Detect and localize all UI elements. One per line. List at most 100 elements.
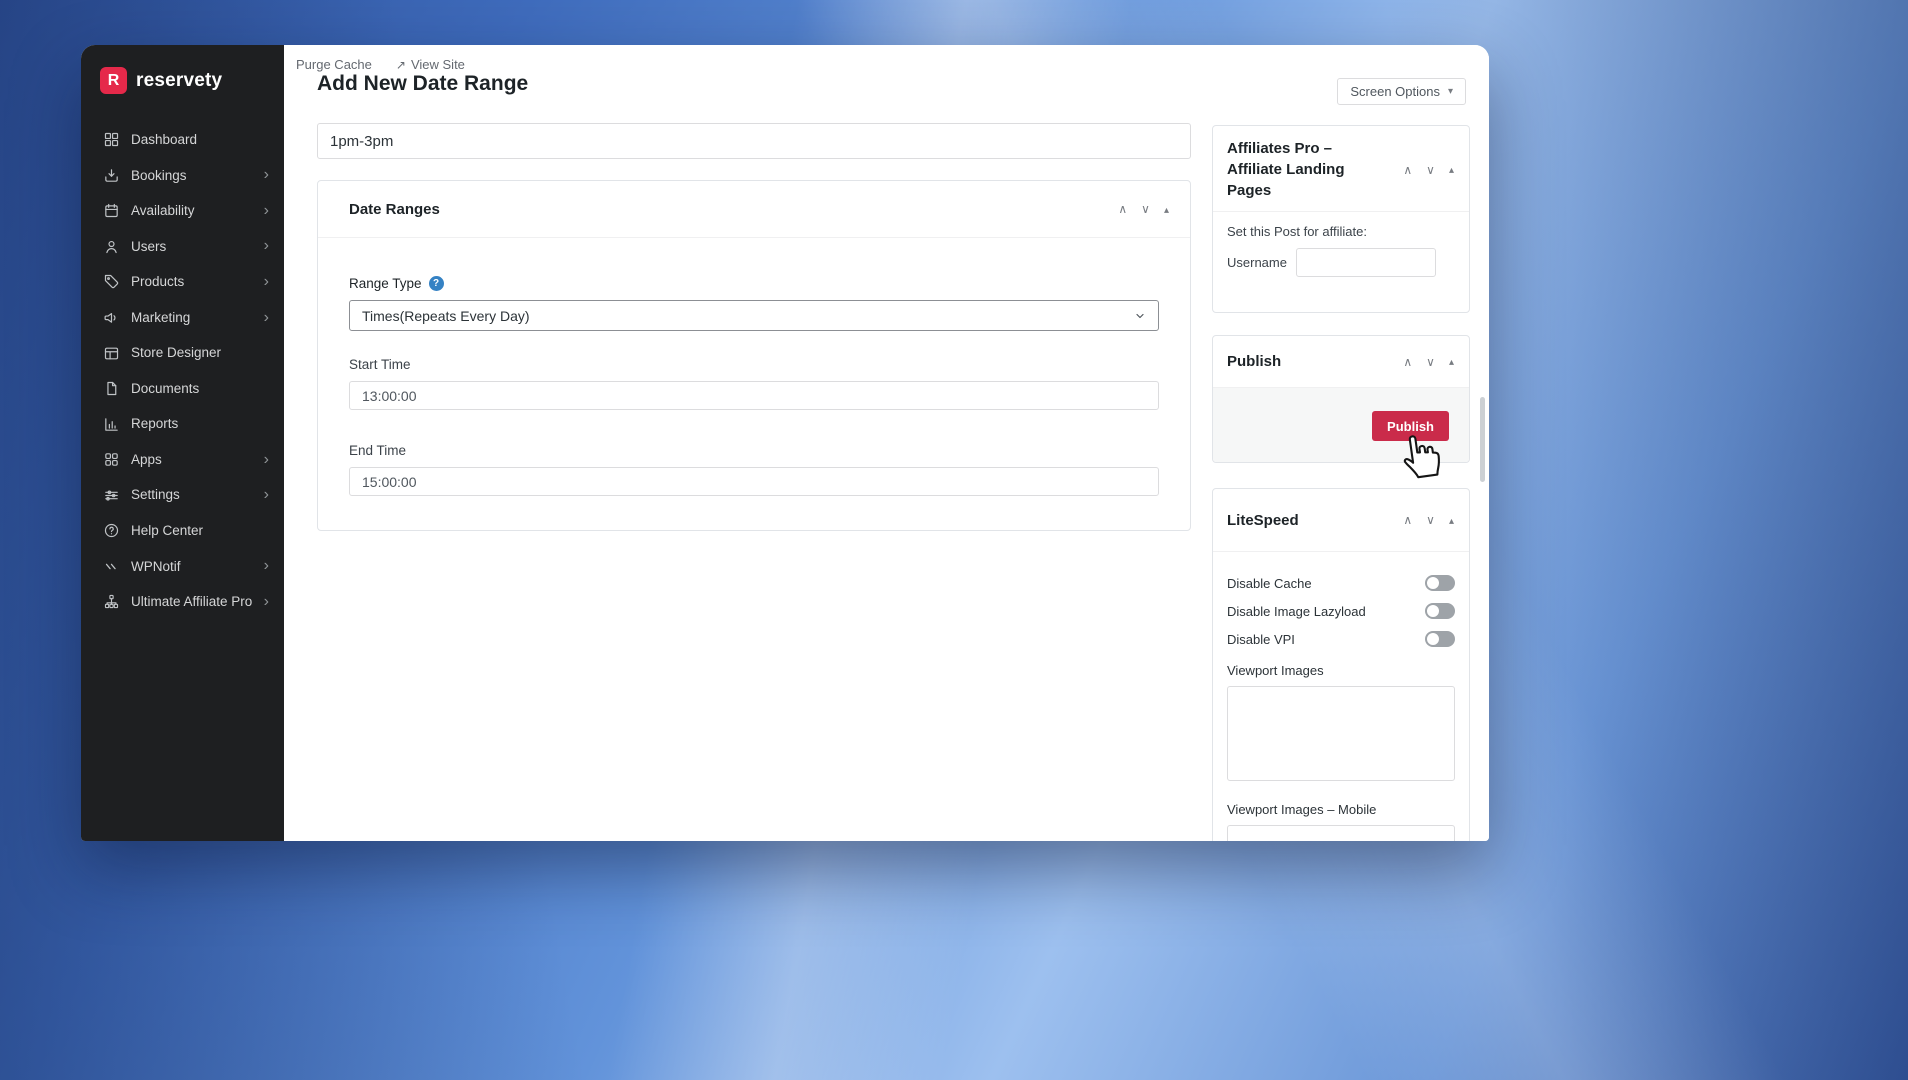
panel-controls: ∧ ∨ ▴: [1113, 201, 1174, 218]
chevron-up-icon: ∧: [1403, 513, 1413, 527]
username-label: Username: [1227, 255, 1287, 270]
view-site-label: View Site: [410, 57, 465, 72]
sidebar-item-availability[interactable]: Availability ›: [81, 193, 284, 229]
date-ranges-title: Date Ranges: [349, 200, 440, 218]
disable-vpi-toggle[interactable]: [1425, 631, 1455, 647]
move-panel-up-button[interactable]: ∧: [1398, 354, 1417, 370]
sidebar-item-help-center[interactable]: Help Center: [81, 513, 284, 549]
disable-image-lazyload-toggle[interactable]: [1425, 603, 1455, 619]
litespeed-panel-title: LiteSpeed: [1227, 511, 1299, 529]
external-link-icon: ↗: [395, 57, 406, 72]
caret-down-icon: ▾: [1447, 86, 1453, 97]
collapse-triangle-icon: ▴: [1163, 204, 1169, 216]
sidebar-item-label: Bookings: [131, 167, 187, 183]
sidebar-item-label: Products: [131, 274, 185, 290]
chevron-right-icon: ›: [263, 272, 269, 290]
view-site-link[interactable]: ↗ View Site: [396, 57, 465, 72]
apps-grid-icon: [103, 451, 120, 468]
disable-cache-toggle[interactable]: [1425, 575, 1455, 591]
tag-icon: [103, 273, 120, 290]
window-scrollbar-thumb[interactable]: [1480, 397, 1485, 482]
sidebar-item-reports[interactable]: Reports: [81, 406, 284, 442]
chevron-up-icon: ∧: [1403, 162, 1413, 177]
chevron-right-icon: ›: [263, 237, 269, 255]
sidebar-item-label: Dashboard: [131, 132, 198, 147]
move-panel-down-button[interactable]: ∨: [1421, 354, 1440, 370]
sidebar-item-ultimate-affiliate-pro[interactable]: Ultimate Affiliate Pro ›: [81, 584, 284, 620]
affiliates-panel-title: Affiliates Pro – Affiliate Landing Pages: [1227, 140, 1345, 199]
panel-controls: ∧ ∨ ▴: [1398, 512, 1459, 529]
date-ranges-body: Range Type ? Times(Repeats Every Day) St…: [318, 238, 1190, 496]
viewport-images-textarea[interactable]: [1227, 686, 1455, 781]
collapse-triangle-icon: ▴: [1448, 515, 1454, 527]
reservety-logo[interactable]: R reservety: [81, 61, 284, 110]
sidebar-item-bookings[interactable]: Bookings ›: [81, 158, 284, 194]
calendar-icon: [103, 202, 120, 219]
disable-image-lazyload-row: Disable Image Lazyload: [1227, 603, 1455, 619]
start-time-input[interactable]: [349, 381, 1159, 410]
collapse-panel-button[interactable]: ▴: [1444, 353, 1459, 370]
publish-button[interactable]: Publish: [1372, 411, 1449, 441]
file-icon: [103, 380, 120, 397]
chevron-up-icon: ∧: [1403, 354, 1413, 369]
sidebar-item-label: Ultimate Affiliate Pro: [131, 594, 253, 610]
sidebar-item-store-designer[interactable]: Store Designer: [81, 335, 284, 371]
panel-controls: ∧ ∨ ▴: [1398, 161, 1459, 178]
content-area: Purge Cache ↗ View Site Add New Date Ran…: [284, 45, 1489, 841]
range-type-label-row: Range Type ?: [349, 276, 1159, 291]
sidebar-item-label: Apps: [131, 451, 162, 467]
screen-options-button[interactable]: Screen Options ▾: [1337, 78, 1466, 105]
chevron-right-icon: ›: [263, 557, 269, 575]
date-ranges-panel: Date Ranges ∧ ∨ ▴ Range Type ? Times(Rep…: [317, 180, 1191, 531]
sidebar-item-settings[interactable]: Settings ›: [81, 477, 284, 513]
bar-chart-icon: [103, 416, 120, 433]
sidebar-item-label: Help Center: [131, 523, 204, 539]
affiliate-username-input[interactable]: [1295, 248, 1436, 277]
sidebar-item-label: Users: [131, 238, 167, 254]
litespeed-panel-body: Disable Cache Disable Image Lazyload Dis…: [1213, 552, 1469, 841]
range-type-select[interactable]: Times(Repeats Every Day): [349, 300, 1159, 331]
sidebar-item-users[interactable]: Users ›: [81, 229, 284, 265]
disable-cache-row: Disable Cache: [1227, 575, 1455, 591]
collapse-panel-button[interactable]: ▴: [1159, 201, 1174, 218]
app-window: R reservety Dashboard Bookings › Availab…: [81, 45, 1489, 841]
range-type-selected-value: Times(Repeats Every Day): [362, 307, 530, 324]
move-panel-down-button[interactable]: ∨: [1136, 201, 1155, 217]
post-title-input[interactable]: [317, 123, 1191, 159]
disable-image-lazyload-label: Disable Image Lazyload: [1227, 603, 1366, 619]
end-time-label: End Time: [349, 443, 407, 458]
disable-vpi-row: Disable VPI: [1227, 631, 1455, 647]
litespeed-panel-header: LiteSpeed ∧ ∨ ▴: [1213, 489, 1469, 552]
publish-panel-header: Publish ∧ ∨ ▴: [1213, 336, 1469, 388]
admin-topbar: Purge Cache ↗ View Site: [296, 57, 465, 72]
collapse-panel-button[interactable]: ▴: [1444, 161, 1459, 178]
end-time-input[interactable]: [349, 467, 1159, 496]
side-column: Affiliates Pro – Affiliate Landing Pages…: [1212, 125, 1470, 841]
sidebar-item-products[interactable]: Products ›: [81, 264, 284, 300]
chevron-down-icon: ∨: [1141, 202, 1150, 216]
move-panel-down-button[interactable]: ∨: [1421, 162, 1440, 178]
chevron-right-icon: ›: [263, 450, 269, 468]
sidebar-item-label: WPNotif: [131, 558, 181, 574]
collapse-panel-button[interactable]: ▴: [1444, 512, 1459, 529]
sidebar-item-marketing[interactable]: Marketing ›: [81, 300, 284, 336]
move-panel-up-button[interactable]: ∧: [1113, 201, 1132, 217]
help-circle-icon: [103, 522, 120, 539]
sidebar-item-dashboard[interactable]: Dashboard: [81, 122, 284, 158]
affiliates-panel-header: Affiliates Pro – Affiliate Landing Pages…: [1213, 126, 1469, 212]
sidebar-nav: Dashboard Bookings › Availability › User…: [81, 122, 284, 620]
chevron-right-icon: ›: [263, 486, 269, 504]
sidebar-item-apps[interactable]: Apps ›: [81, 442, 284, 478]
move-panel-up-button[interactable]: ∧: [1398, 162, 1417, 178]
sidebar-item-wpnotif[interactable]: WPNotif ›: [81, 549, 284, 585]
date-ranges-panel-header: Date Ranges ∧ ∨ ▴: [318, 181, 1190, 238]
purge-cache-link[interactable]: Purge Cache: [296, 57, 372, 72]
sidebar-item-documents[interactable]: Documents: [81, 371, 284, 407]
move-panel-up-button[interactable]: ∧: [1398, 512, 1417, 528]
viewport-images-mobile-textarea[interactable]: [1227, 825, 1455, 841]
start-time-label: Start Time: [349, 357, 411, 372]
chevron-down-icon: ∨: [1426, 162, 1435, 177]
move-panel-down-button[interactable]: ∨: [1421, 512, 1440, 528]
sidebar-item-label: Availability: [131, 203, 195, 219]
help-icon[interactable]: ?: [428, 276, 444, 291]
